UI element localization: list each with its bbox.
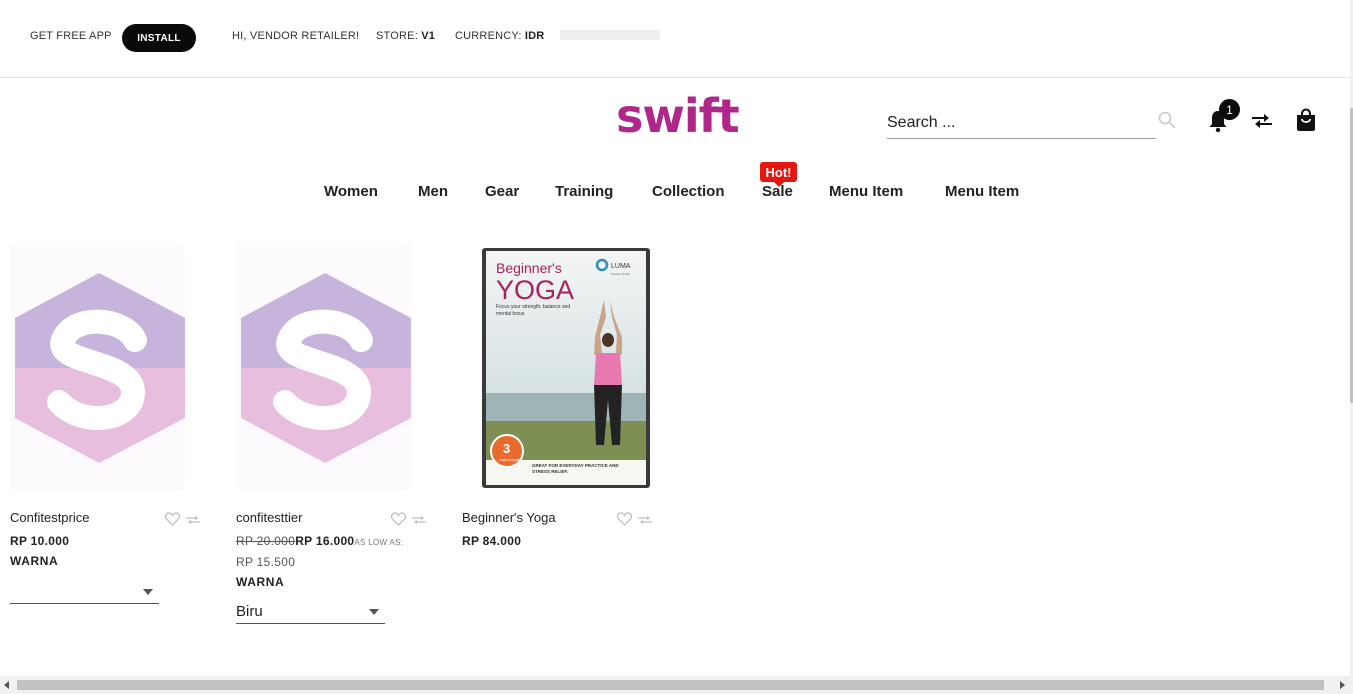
shopping-bag-icon[interactable] [1295, 108, 1317, 132]
nav-men[interactable]: Men [418, 183, 448, 200]
currency-value: IDR [524, 30, 545, 42]
compare-small-icon[interactable] [185, 513, 201, 527]
nav-sale[interactable]: Sale [762, 183, 793, 200]
search-box [887, 108, 1156, 139]
nav-training[interactable]: Training [555, 183, 613, 200]
chevron-down-icon [143, 589, 153, 595]
nav-menu-item-2[interactable]: Menu Item [945, 183, 1019, 200]
product-price-group: RP 20.000RP 16.000AS LOW AS: [236, 534, 403, 548]
scroll-right-arrow-icon[interactable] [1340, 681, 1345, 689]
cover-title-line2: YOGA [496, 275, 574, 305]
scroll-left-arrow-icon[interactable] [4, 681, 9, 689]
compare-icon[interactable] [1250, 110, 1274, 132]
cover-tagline: Focus your strength, balance and mental … [496, 304, 571, 317]
heart-icon[interactable] [617, 512, 632, 526]
install-button[interactable]: INSTALL [122, 24, 196, 52]
cover-footer: GREAT FOR EVERYDAY PRACTICE AND STRESS R… [532, 463, 619, 474]
compare-small-icon[interactable] [411, 513, 427, 527]
site-logo[interactable]: swift [616, 90, 740, 142]
search-icon[interactable] [1158, 111, 1176, 129]
placeholder-bar [560, 30, 660, 40]
cover-brand-sub: Fitness Studio [611, 272, 630, 276]
search-input[interactable] [887, 110, 1147, 136]
cover-badge-text: yoga programs [499, 458, 523, 462]
as-low-as-price: RP 15.500 [236, 555, 296, 569]
product-price: RP 16.000 [295, 534, 355, 548]
as-low-as-label: AS LOW AS: [354, 538, 404, 547]
get-free-app-text: GET FREE APP [30, 30, 112, 42]
product-name[interactable]: Confitestprice [10, 510, 89, 525]
store-label: STORE: [376, 30, 418, 42]
chevron-down-icon [369, 609, 379, 615]
store-value: V1 [421, 30, 436, 42]
product-placeholder-image[interactable] [236, 245, 411, 490]
top-bar: GET FREE APP INSTALL HI, VENDOR RETAILER… [0, 0, 1350, 78]
product-price: RP 10.000 [10, 534, 70, 548]
nav-menu-item-1[interactable]: Menu Item [829, 183, 903, 200]
horizontal-scrollbar[interactable] [0, 676, 1353, 694]
heart-icon[interactable] [165, 512, 180, 526]
attribute-label: WARNA [236, 575, 285, 589]
old-price: RP 20.000 [236, 534, 296, 548]
cover-brand: LUMA [611, 263, 631, 270]
horizontal-scrollbar-thumb[interactable] [17, 680, 1324, 690]
attribute-label: WARNA [10, 554, 59, 568]
nav-gear[interactable]: Gear [485, 183, 519, 200]
product-price: RP 84.000 [462, 534, 522, 548]
yoga-dvd-cover-image[interactable]: Beginner's YOGA LUMA Fitness Studio Focu… [462, 245, 652, 490]
currency-label: CURRENCY: [455, 30, 522, 42]
product-name[interactable]: confitesttier [236, 510, 302, 525]
cover-title-line1: Beginner's [496, 260, 562, 276]
color-select[interactable]: Biru [236, 599, 385, 624]
notification-count-badge: 1 [1219, 99, 1240, 120]
product-name[interactable]: Beginner's Yoga [462, 510, 556, 525]
hot-badge: Hot! [760, 162, 797, 187]
cover-badge-number: 3 [503, 441, 510, 456]
nav-women[interactable]: Women [324, 183, 378, 200]
nav-collection[interactable]: Collection [652, 183, 725, 200]
compare-small-icon[interactable] [637, 513, 653, 527]
store-switcher[interactable]: STORE: V1 [376, 30, 435, 42]
color-select-value: Biru [236, 603, 263, 620]
greeting-text: HI, VENDOR RETAILER! [232, 30, 360, 42]
currency-switcher[interactable]: CURRENCY: IDR [455, 30, 544, 42]
product-placeholder-image[interactable] [10, 245, 185, 490]
color-select[interactable] [10, 579, 159, 604]
heart-icon[interactable] [391, 512, 406, 526]
